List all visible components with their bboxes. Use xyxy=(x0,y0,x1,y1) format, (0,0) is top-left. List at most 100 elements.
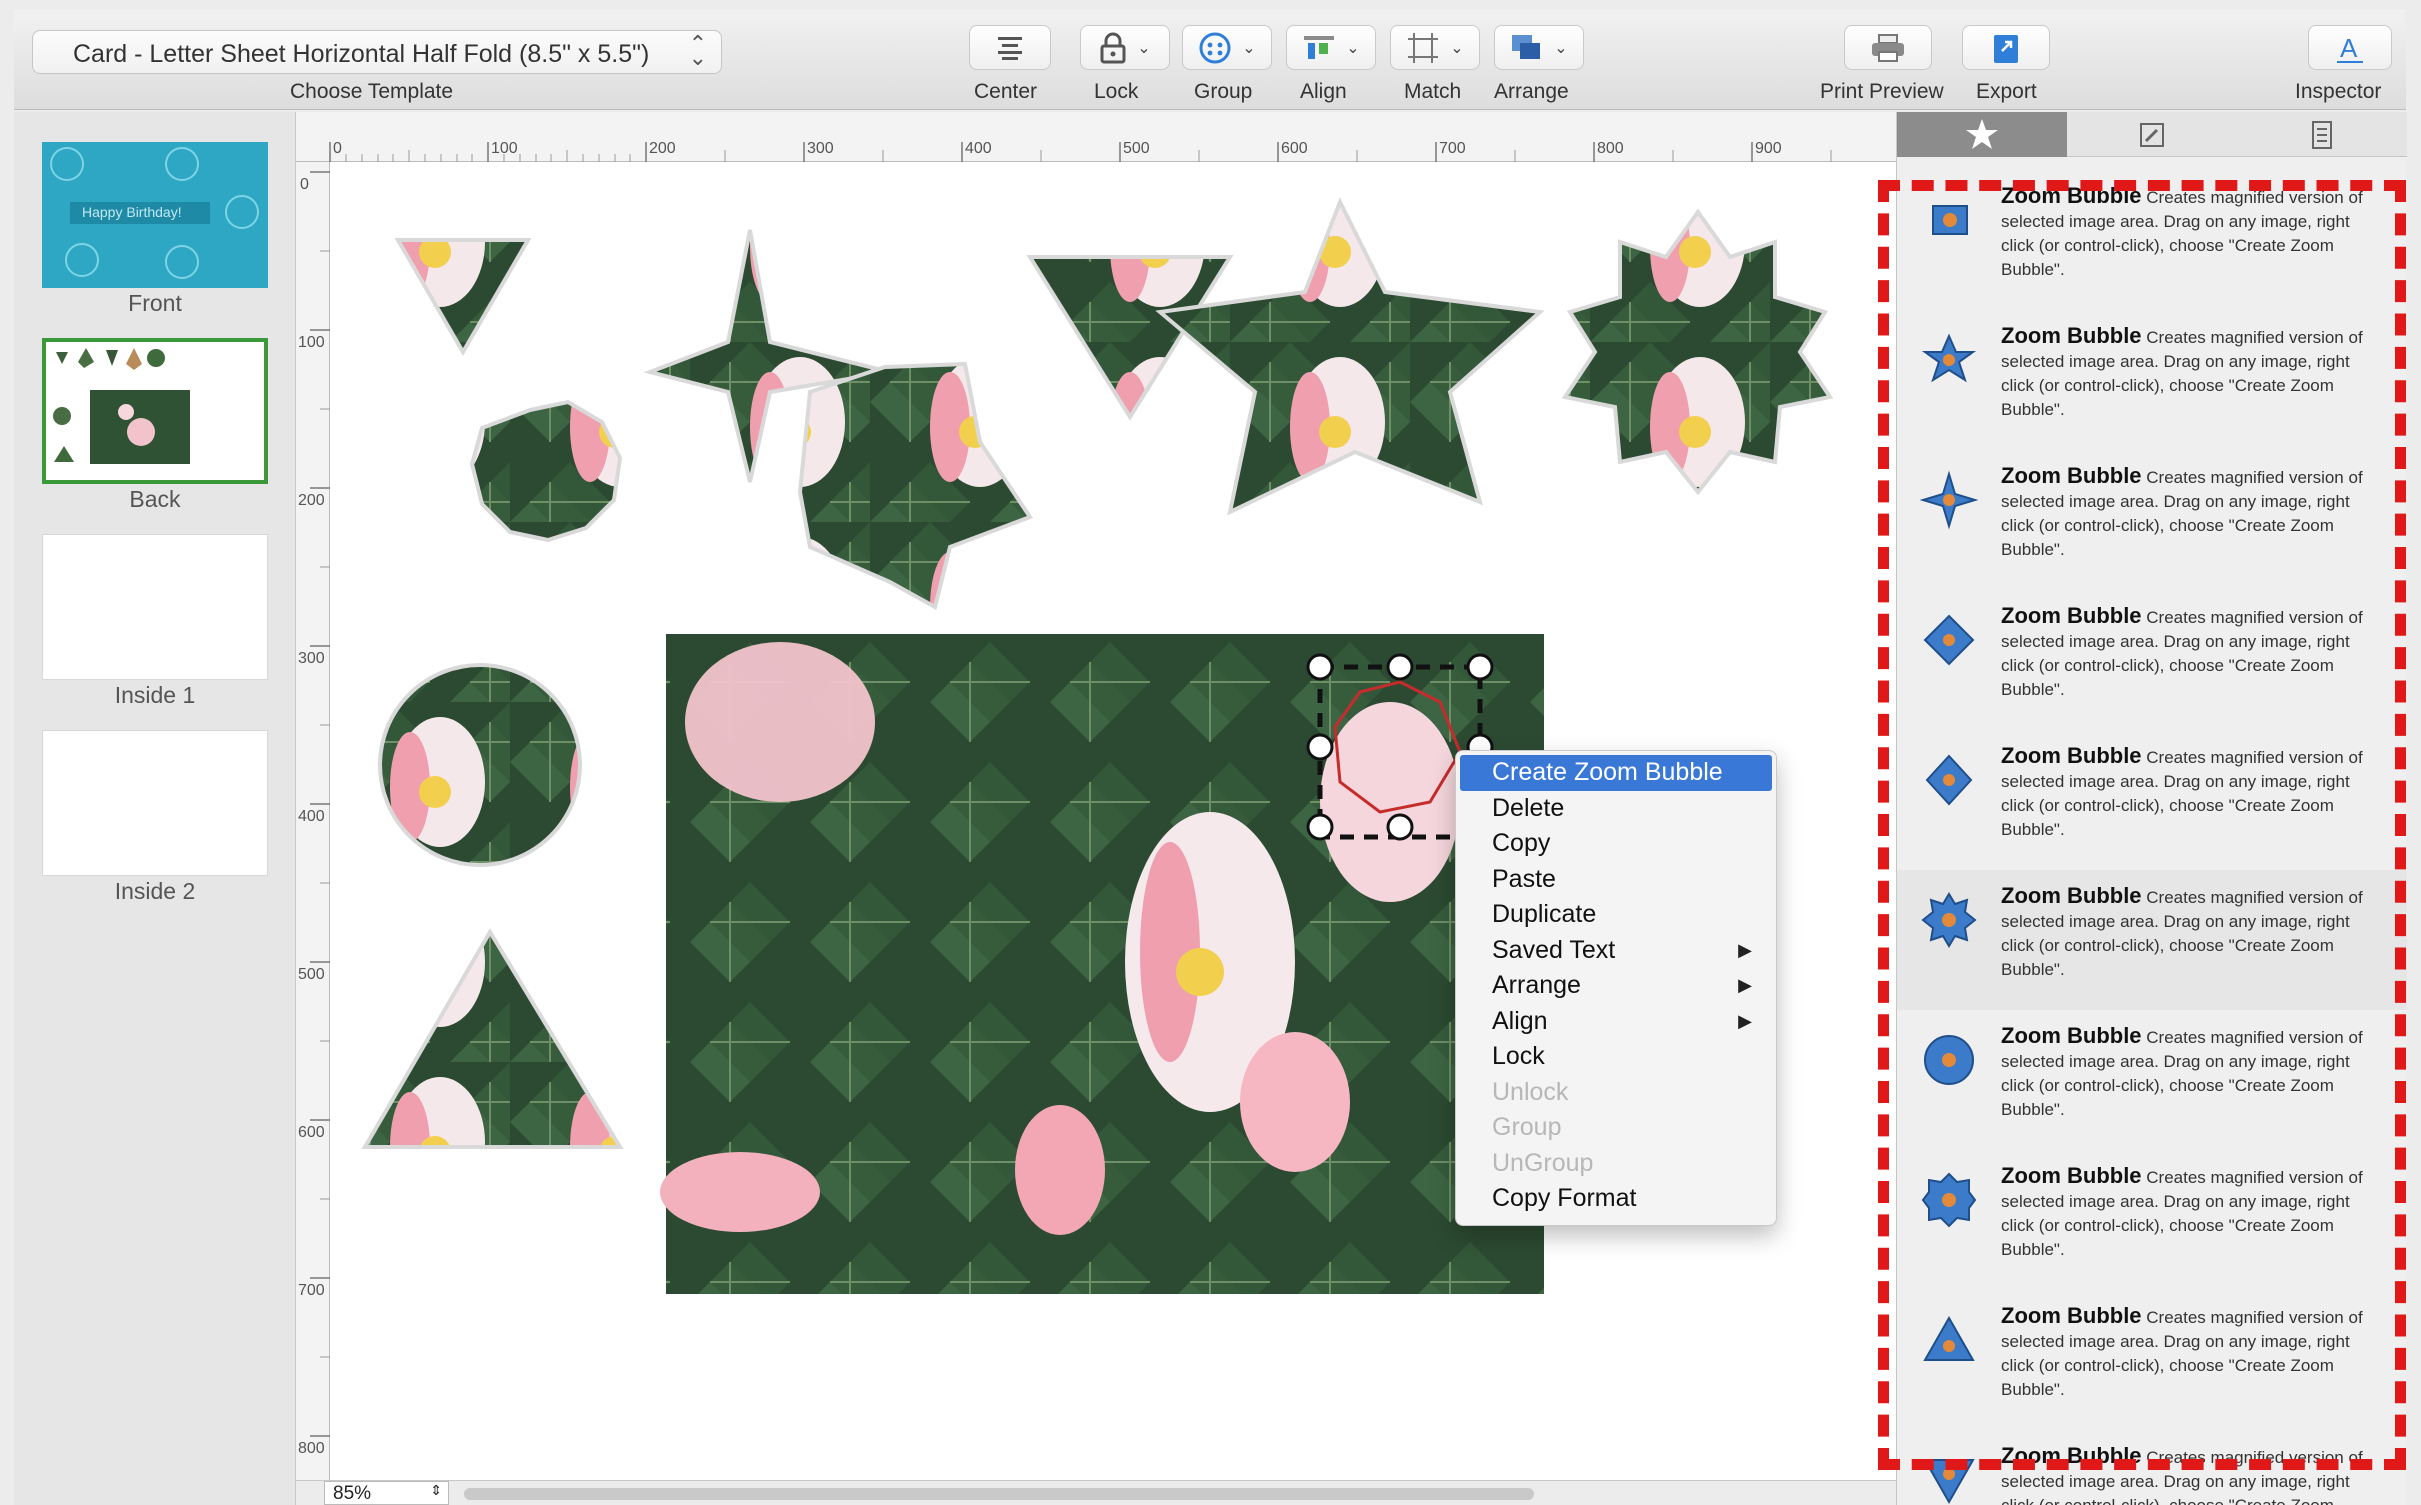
zoom-bubble-item[interactable]: Zoom Bubble Creates magnified version of… xyxy=(1897,1430,2407,1505)
menu-item-unlock: Unlock xyxy=(1492,1077,1569,1106)
page-thumb-inside-2[interactable] xyxy=(42,730,268,876)
page-thumb-front[interactable]: Happy Birthday! xyxy=(42,142,268,288)
horizontal-scrollbar[interactable] xyxy=(464,1488,1534,1500)
star5-large-photo-shape[interactable] xyxy=(1155,197,1545,516)
triangle-down-bubble-icon xyxy=(1923,1459,1975,1505)
circle-bubble-icon xyxy=(1924,1035,1974,1085)
menu-item-copy[interactable]: Copy xyxy=(1456,826,1776,862)
front-thumb-text: Happy Birthday! xyxy=(82,204,182,220)
zoom-bubble-item[interactable]: Zoom Bubble Creates magnified version of… xyxy=(1897,870,2407,1010)
export-icon xyxy=(1994,34,2018,63)
triangle-bubble-icon xyxy=(1923,1315,1975,1361)
menu-item-arrange[interactable]: Arrange ▶ xyxy=(1456,968,1776,1004)
ruler-label: 200 xyxy=(298,492,325,509)
page-thumb-inside-1[interactable] xyxy=(42,534,268,680)
polygon-photo-shape[interactable] xyxy=(469,399,623,543)
star5-small-photo-shape[interactable] xyxy=(797,361,1034,611)
ruler-label: 100 xyxy=(298,334,325,351)
tab-effects[interactable] xyxy=(1897,112,2067,157)
arrange-button[interactable]: ⌄ xyxy=(1494,25,1584,70)
chevron-down-icon: ⌄ xyxy=(1450,39,1464,57)
document-icon xyxy=(2312,120,2332,149)
printer-icon xyxy=(1872,33,1904,62)
align-button[interactable]: ⌄ xyxy=(1286,25,1376,70)
lock-button[interactable]: ⌄ xyxy=(1080,25,1170,70)
match-button[interactable]: ⌄ xyxy=(1390,25,1480,70)
submenu-arrow-icon: ▶ xyxy=(1738,975,1752,995)
zoom-bubble-item[interactable]: Zoom Bubble Creates magnified version of… xyxy=(1897,730,2407,870)
export-caption: Export xyxy=(1976,80,2037,103)
match-size-icon xyxy=(1408,32,1439,63)
zoom-bubble-title: Zoom Bubble xyxy=(2001,323,2142,348)
diamond-bubble-icon xyxy=(1925,754,1973,806)
center-button[interactable] xyxy=(969,25,1051,70)
template-select[interactable]: Card - Letter Sheet Horizontal Half Fold… xyxy=(32,30,722,74)
tab-edit[interactable] xyxy=(2067,112,2237,157)
main-flower-photo[interactable] xyxy=(660,634,1544,1294)
menu-item-label: Saved Text xyxy=(1492,935,1616,964)
zoom-bubble-item[interactable]: Zoom Bubble Creates magnified version of… xyxy=(1897,310,2407,450)
horizontal-ruler: 0 100 200 300 400 500 600 700 800 900 xyxy=(296,112,1896,162)
toolbar: Card - Letter Sheet Horizontal Half Fold… xyxy=(14,10,2406,110)
context-menu: Create Zoom Bubble Delete Copy Paste Dup… xyxy=(1455,750,1777,1226)
chevron-down-icon: ⌄ xyxy=(1242,39,1256,57)
zoom-bubble-item[interactable]: Zoom Bubble Creates magnified version of… xyxy=(1897,170,2407,310)
zoom-bubble-item[interactable]: Zoom Bubble Creates magnified version of… xyxy=(1897,450,2407,590)
menu-item-label: Align xyxy=(1492,1006,1548,1035)
zoom-bubble-list: Zoom Bubble Creates magnified version of… xyxy=(1897,170,2407,1505)
status-bar: 85% ⇕ xyxy=(296,1480,1896,1505)
zoom-value: 85% xyxy=(333,1483,372,1504)
vertical-ruler: 0 100 200 300 400 500 600 700 800 xyxy=(296,162,330,1482)
back-page-preview xyxy=(53,348,190,464)
tab-document[interactable] xyxy=(2237,112,2407,157)
menu-item-paste[interactable]: Paste xyxy=(1456,862,1776,898)
center-align-icon xyxy=(998,36,1022,60)
zoom-bubble-item[interactable]: Zoom Bubble Creates magnified version of… xyxy=(1897,590,2407,730)
zoom-bubble-item[interactable]: Zoom Bubble Creates magnified version of… xyxy=(1897,1010,2407,1150)
ruler-label: 700 xyxy=(298,1282,325,1299)
inspector-button[interactable]: A xyxy=(2308,25,2392,70)
zoom-bubble-title: Zoom Bubble xyxy=(2001,1303,2142,1328)
menu-item-duplicate[interactable]: Duplicate xyxy=(1456,897,1776,933)
ruler-label: 300 xyxy=(807,140,834,157)
arrange-caption: Arrange xyxy=(1494,80,1569,103)
ruler-label: 0 xyxy=(333,140,342,157)
star8-photo-shape[interactable] xyxy=(1561,208,1834,496)
inspector-panel: Zoom Bubble Creates magnified version of… xyxy=(1896,112,2407,1505)
group-icon xyxy=(1199,32,1231,63)
menu-item-delete[interactable]: Delete xyxy=(1456,791,1776,827)
export-button[interactable] xyxy=(1962,25,2050,70)
menu-item-copy-format[interactable]: Copy Format xyxy=(1456,1181,1776,1217)
ruler-ticks xyxy=(329,142,1832,162)
group-button[interactable]: ⌄ xyxy=(1182,25,1272,70)
updown-chevron-icon: ⌃ ⌄ xyxy=(688,31,707,70)
match-caption: Match xyxy=(1404,80,1462,103)
zoom-bubble-item[interactable]: Zoom Bubble Creates magnified version of… xyxy=(1897,1290,2407,1430)
zoom-select[interactable]: 85% ⇕ xyxy=(324,1481,449,1505)
menu-item-align[interactable]: Align ▶ xyxy=(1456,1004,1776,1040)
zoom-bubble-title: Zoom Bubble xyxy=(2001,883,2142,908)
zoom-bubble-title: Zoom Bubble xyxy=(2001,603,2142,628)
menu-item-label: Arrange xyxy=(1492,971,1581,999)
zoom-bubble-item[interactable]: Zoom Bubble Creates magnified version of… xyxy=(1897,1150,2407,1290)
svg-text:A: A xyxy=(2340,33,2358,63)
print-preview-button[interactable] xyxy=(1844,25,1932,70)
menu-item-create-zoom-bubble[interactable]: Create Zoom Bubble xyxy=(1460,755,1772,791)
ruler-label: 600 xyxy=(298,1124,325,1141)
page-thumb-back[interactable] xyxy=(42,338,268,484)
triangle-photo-shape[interactable] xyxy=(394,238,532,356)
circle-photo-shape[interactable] xyxy=(378,663,582,867)
lock-icon xyxy=(1100,32,1126,63)
zoom-bubble-title: Zoom Bubble xyxy=(2001,743,2142,768)
page-label-front: Front xyxy=(128,290,182,316)
zoom-bubble-title: Zoom Bubble xyxy=(2001,1023,2142,1048)
sparkle-star-icon xyxy=(1966,118,1998,149)
submenu-arrow-icon: ▶ xyxy=(1738,939,1752,960)
center-caption: Center xyxy=(974,80,1038,103)
menu-item-lock[interactable]: Lock xyxy=(1456,1039,1776,1075)
page-label-inside-2: Inside 2 xyxy=(114,878,196,904)
ruler-label: 600 xyxy=(1281,140,1308,157)
align-icon xyxy=(1304,35,1335,59)
triangle-up-photo-shape[interactable] xyxy=(361,928,624,1149)
menu-item-saved-text[interactable]: Saved Text ▶ xyxy=(1456,933,1776,969)
